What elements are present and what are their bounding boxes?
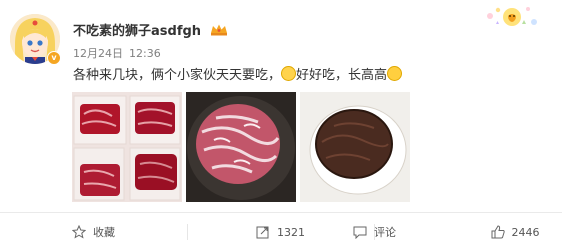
post-time[interactable]: 12:36 [129,47,161,60]
comment-icon [353,226,367,239]
post-meta: 12月24日 12:36 [73,45,161,61]
post-text-part1: 各种来几块，俩个小家伙天天要吃， [73,68,282,83]
post-text-part2: 好好吃，长高高 [296,68,388,83]
photo-marbled-steak-in-pan[interactable] [186,92,296,202]
member-crown-icon[interactable] [210,23,228,36]
grin-face-emoji-icon [387,66,403,81]
post-date[interactable]: 12月24日 [73,47,123,60]
action-bar-divider [0,212,562,213]
comment-button[interactable]: 评论 [281,216,468,248]
like-button[interactable]: 2446 [468,216,562,248]
photo-raw-steak-boxes[interactable] [72,92,182,202]
comment-label: 评论 [374,226,396,239]
favorite-button[interactable]: 收藏 [0,216,187,248]
post-text: 各种来几块，俩个小家伙天天要吃， 好好吃，长高高 [73,64,403,83]
card-decoration-icon [487,7,537,26]
drool-face-emoji-icon [281,66,297,81]
star-icon [72,225,86,239]
like-count: 2446 [511,225,540,239]
repost-icon [256,226,269,239]
photo-cooked-steak-on-plate[interactable] [300,92,410,202]
username[interactable]: 不吃素的狮子asdfgh [73,20,201,39]
favorite-label: 收藏 [93,226,115,239]
verified-badge-icon: v [47,51,61,65]
thumbs-up-icon [491,225,505,239]
